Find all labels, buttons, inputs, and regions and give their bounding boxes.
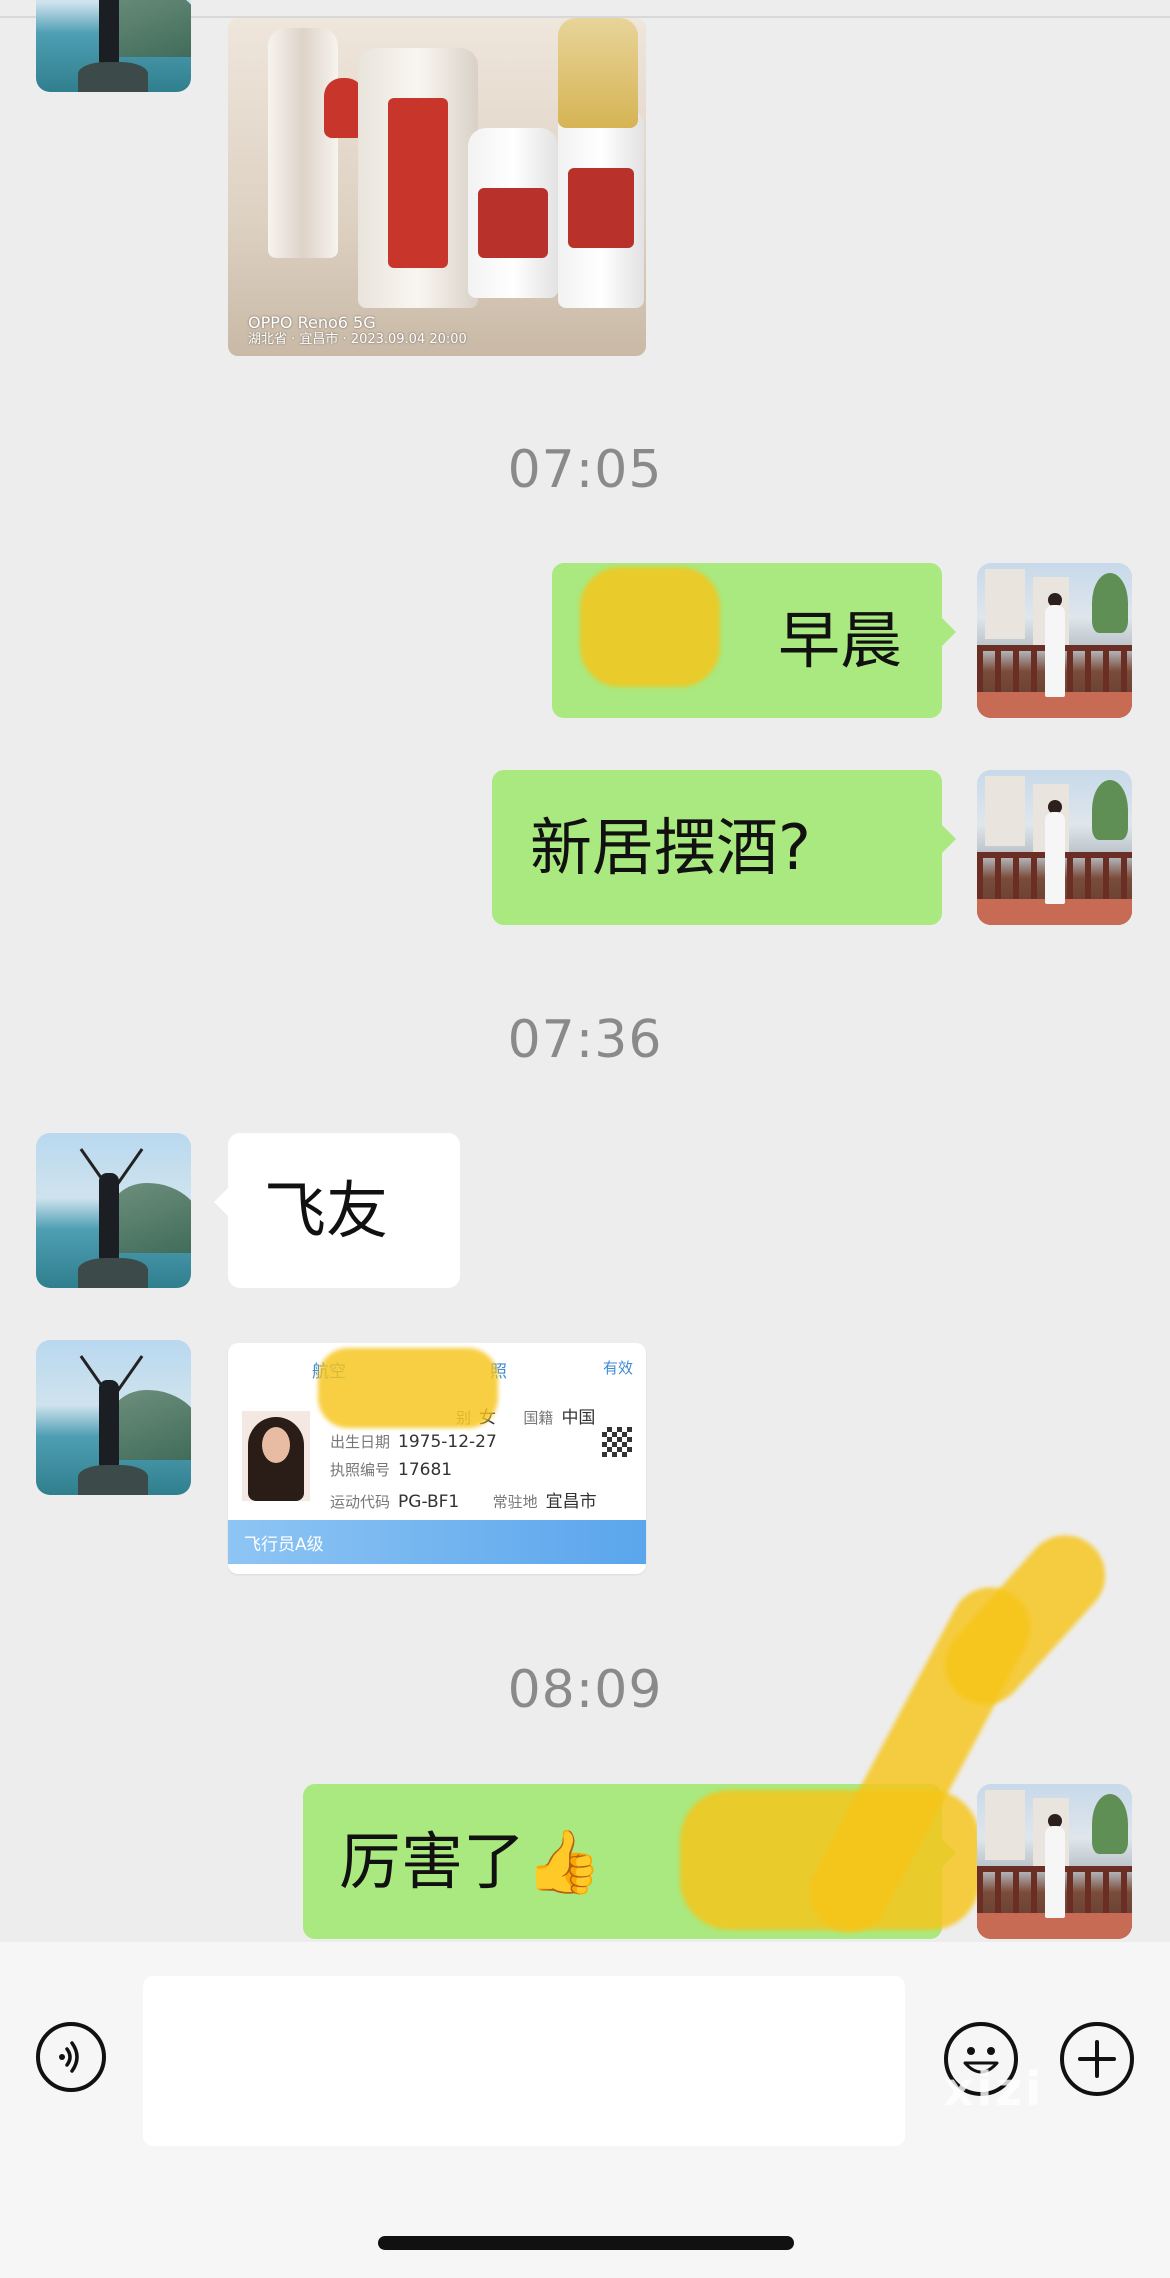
message-text: 厉害了👍	[339, 1824, 603, 1898]
message-text: 飞友	[264, 1173, 389, 1247]
my-avatar[interactable]	[977, 563, 1132, 718]
timestamp: 07:05	[507, 440, 663, 500]
voice-button[interactable]	[36, 2022, 106, 2092]
voice-icon	[59, 2041, 79, 2073]
plus-icon	[1078, 2040, 1116, 2078]
qr-code-icon	[602, 1427, 632, 1457]
licence-photo	[242, 1411, 310, 1501]
photo-watermark: OPPO Reno6 5G 湖北省 · 宜昌市 · 2023.09.04 20:…	[248, 313, 467, 348]
message-bubble-sent[interactable]: 新居摆酒?	[492, 770, 956, 925]
contact-avatar[interactable]	[36, 0, 191, 92]
message-text: 新居摆酒?	[530, 810, 811, 884]
card-level: 飞行员A级	[244, 1534, 324, 1555]
photo-message[interactable]: OPPO Reno6 5G 湖北省 · 宜昌市 · 2023.09.04 20:…	[228, 18, 646, 356]
card-licence-no-row: 执照编号 17681	[330, 1460, 453, 1480]
message-input[interactable]	[143, 1976, 905, 2146]
card-level-bar: 飞行员A级	[228, 1520, 646, 1564]
card-header-right: 有效	[603, 1359, 634, 1377]
site-watermark: xizi	[944, 2062, 1044, 2116]
message-text: 早晨	[777, 603, 902, 677]
timestamp: 07:36	[507, 1010, 663, 1070]
message-bubble-received[interactable]: 飞友	[214, 1133, 460, 1288]
photo-location: 湖北省 · 宜昌市 · 2023.09.04 20:00	[248, 332, 467, 348]
contact-avatar[interactable]	[36, 1340, 191, 1495]
card-birth-row: 出生日期 1975-12-27	[330, 1432, 497, 1452]
plus-button[interactable]	[1060, 2022, 1134, 2096]
my-avatar[interactable]	[977, 1784, 1132, 1939]
redaction-smudge	[318, 1348, 498, 1428]
home-indicator[interactable]	[378, 2236, 794, 2250]
card-sport-code-row: 运动代码 PG-BF1 常驻地 宜昌市	[330, 1492, 597, 1512]
photo-device: OPPO Reno6 5G	[248, 313, 376, 333]
my-avatar[interactable]	[977, 770, 1132, 925]
redaction-smudge	[580, 567, 720, 687]
contact-avatar[interactable]	[36, 1133, 191, 1288]
